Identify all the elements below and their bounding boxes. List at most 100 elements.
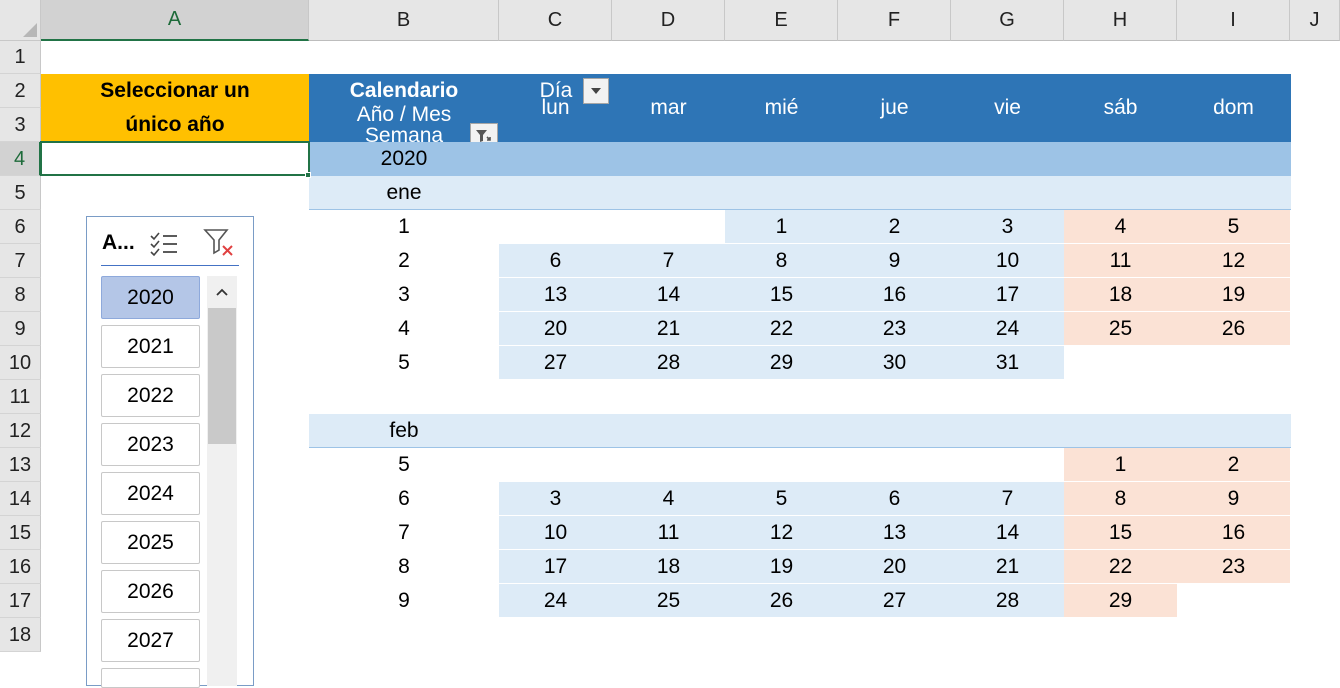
day-cell[interactable]: 5 bbox=[1177, 210, 1290, 244]
day-cell[interactable]: 10 bbox=[951, 244, 1064, 278]
day-cell[interactable] bbox=[612, 210, 725, 244]
day-cell[interactable]: 10 bbox=[499, 516, 612, 550]
row-header-3[interactable]: 3 bbox=[0, 108, 41, 142]
day-cell[interactable]: 27 bbox=[499, 346, 612, 380]
clear-filter-icon[interactable] bbox=[203, 227, 235, 259]
day-cell[interactable]: 6 bbox=[838, 482, 951, 516]
day-cell[interactable]: 29 bbox=[1064, 584, 1177, 618]
day-cell[interactable]: 11 bbox=[1064, 244, 1177, 278]
column-header-a[interactable]: A bbox=[41, 0, 309, 41]
day-cell[interactable]: 30 bbox=[838, 346, 951, 380]
row-header-17[interactable]: 17 bbox=[0, 584, 41, 618]
day-cell[interactable]: 1 bbox=[725, 210, 838, 244]
row-header-11[interactable]: 11 bbox=[0, 380, 41, 414]
slicer-item[interactable]: 2026 bbox=[101, 570, 200, 613]
slicer-item[interactable]: 2022 bbox=[101, 374, 200, 417]
day-cell[interactable]: 1 bbox=[1064, 448, 1177, 482]
day-cell[interactable]: 19 bbox=[725, 550, 838, 584]
day-cell[interactable]: 24 bbox=[951, 312, 1064, 346]
day-cell[interactable]: 18 bbox=[1064, 278, 1177, 312]
fill-handle[interactable] bbox=[305, 172, 311, 178]
day-cell[interactable]: 13 bbox=[838, 516, 951, 550]
row-header-15[interactable]: 15 bbox=[0, 516, 41, 550]
day-cell[interactable]: 18 bbox=[612, 550, 725, 584]
day-cell[interactable]: 13 bbox=[499, 278, 612, 312]
row-header-18[interactable]: 18 bbox=[0, 618, 41, 652]
day-cell[interactable]: 9 bbox=[1177, 482, 1290, 516]
day-cell[interactable] bbox=[499, 210, 612, 244]
slicer-item-partial[interactable] bbox=[101, 668, 200, 688]
day-cell[interactable]: 4 bbox=[1064, 210, 1177, 244]
scroll-up-button[interactable] bbox=[208, 280, 236, 304]
day-cell[interactable]: 3 bbox=[499, 482, 612, 516]
day-cell[interactable]: 2 bbox=[1177, 448, 1290, 482]
column-header-e[interactable]: E bbox=[725, 0, 838, 41]
day-cell[interactable]: 8 bbox=[1064, 482, 1177, 516]
day-cell[interactable]: 23 bbox=[1177, 550, 1290, 584]
row-header-16[interactable]: 16 bbox=[0, 550, 41, 584]
slicer-item[interactable]: 2023 bbox=[101, 423, 200, 466]
row-header-9[interactable]: 9 bbox=[0, 312, 41, 346]
select-all-corner[interactable] bbox=[0, 0, 41, 41]
day-cell[interactable]: 29 bbox=[725, 346, 838, 380]
day-cell[interactable]: 26 bbox=[725, 584, 838, 618]
day-cell[interactable]: 15 bbox=[725, 278, 838, 312]
day-cell[interactable]: 16 bbox=[1177, 516, 1290, 550]
day-cell[interactable]: 16 bbox=[838, 278, 951, 312]
day-cell[interactable]: 25 bbox=[612, 584, 725, 618]
day-cell[interactable]: 3 bbox=[951, 210, 1064, 244]
row-header-10[interactable]: 10 bbox=[0, 346, 41, 380]
row-header-4[interactable]: 4 bbox=[0, 142, 41, 176]
day-cell[interactable] bbox=[838, 448, 951, 482]
column-header-i[interactable]: I bbox=[1177, 0, 1290, 41]
day-cell[interactable]: 9 bbox=[838, 244, 951, 278]
day-cell[interactable]: 27 bbox=[838, 584, 951, 618]
day-cell[interactable]: 17 bbox=[951, 278, 1064, 312]
column-header-d[interactable]: D bbox=[612, 0, 725, 41]
day-cell[interactable]: 5 bbox=[725, 482, 838, 516]
day-cell[interactable] bbox=[951, 448, 1064, 482]
day-cell[interactable]: 8 bbox=[725, 244, 838, 278]
day-cell[interactable] bbox=[1177, 584, 1290, 618]
column-header-h[interactable]: H bbox=[1064, 0, 1177, 41]
row-header-5[interactable]: 5 bbox=[0, 176, 41, 210]
day-cell[interactable]: 12 bbox=[1177, 244, 1290, 278]
day-cell[interactable]: 24 bbox=[499, 584, 612, 618]
day-cell[interactable]: 14 bbox=[951, 516, 1064, 550]
column-header-g[interactable]: G bbox=[951, 0, 1064, 41]
day-cell[interactable]: 23 bbox=[838, 312, 951, 346]
column-header-j[interactable]: J bbox=[1290, 0, 1340, 41]
day-cell[interactable]: 7 bbox=[612, 244, 725, 278]
day-cell[interactable]: 25 bbox=[1064, 312, 1177, 346]
day-cell[interactable]: 17 bbox=[499, 550, 612, 584]
row-header-7[interactable]: 7 bbox=[0, 244, 41, 278]
day-cell[interactable] bbox=[1177, 346, 1290, 380]
day-cell[interactable]: 4 bbox=[612, 482, 725, 516]
day-cell[interactable] bbox=[1064, 346, 1177, 380]
day-cell[interactable]: 15 bbox=[1064, 516, 1177, 550]
row-header-8[interactable]: 8 bbox=[0, 278, 41, 312]
day-cell[interactable]: 20 bbox=[499, 312, 612, 346]
slicer-item[interactable]: 2027 bbox=[101, 619, 200, 662]
day-cell[interactable]: 12 bbox=[725, 516, 838, 550]
day-cell[interactable]: 7 bbox=[951, 482, 1064, 516]
day-cell[interactable]: 26 bbox=[1177, 312, 1290, 346]
day-cell[interactable]: 28 bbox=[612, 346, 725, 380]
day-cell[interactable] bbox=[725, 448, 838, 482]
row-header-14[interactable]: 14 bbox=[0, 482, 41, 516]
day-cell[interactable]: 11 bbox=[612, 516, 725, 550]
day-cell[interactable]: 2 bbox=[838, 210, 951, 244]
column-header-f[interactable]: F bbox=[838, 0, 951, 41]
active-cell-a4[interactable] bbox=[40, 141, 310, 176]
row-header-2[interactable]: 2 bbox=[0, 74, 41, 108]
day-cell[interactable] bbox=[499, 448, 612, 482]
day-cell[interactable]: 14 bbox=[612, 278, 725, 312]
row-header-6[interactable]: 6 bbox=[0, 210, 41, 244]
slicer-item[interactable]: 2025 bbox=[101, 521, 200, 564]
row-header-1[interactable]: 1 bbox=[0, 41, 41, 74]
day-cell[interactable]: 21 bbox=[951, 550, 1064, 584]
row-header-12[interactable]: 12 bbox=[0, 414, 41, 448]
multi-select-icon[interactable] bbox=[148, 228, 180, 258]
day-cell[interactable]: 31 bbox=[951, 346, 1064, 380]
row-header-13[interactable]: 13 bbox=[0, 448, 41, 482]
